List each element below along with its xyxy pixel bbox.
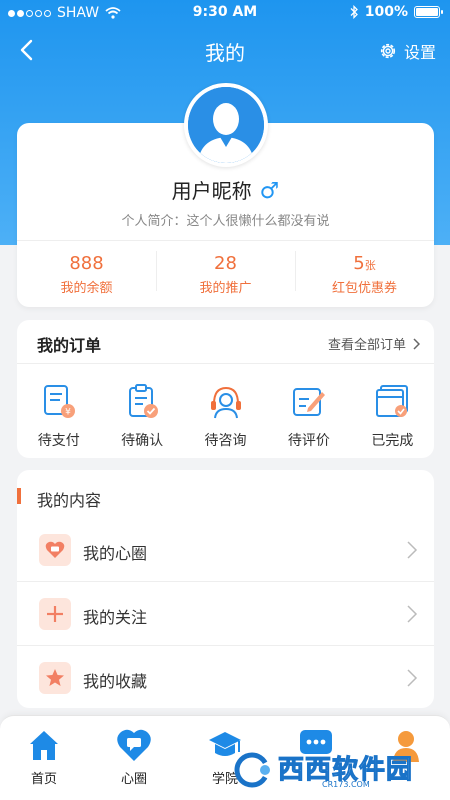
settings-button[interactable]: 设置 (378, 39, 436, 63)
heart-chat-icon (39, 534, 71, 566)
order-label: 待评价 (287, 433, 330, 449)
content-row-following[interactable]: 我的关注 (17, 582, 434, 646)
star-icon (39, 662, 71, 694)
status-bar: SHAW 9:30 AM 100% (0, 0, 450, 26)
tab-label: 首页 (30, 772, 57, 787)
battery-percent: 100% (364, 4, 408, 20)
orders-card: 我的订单 查看全部订单 ¥ 待支付 待确认 待咨询 待评价 已完成 (17, 320, 434, 458)
chevron-right-icon (407, 605, 418, 623)
stat-label: 我的余额 (60, 281, 113, 296)
clipboard-check-icon (129, 384, 159, 418)
content-row-label: 我的关注 (83, 608, 148, 627)
section-accent-bar (17, 488, 21, 504)
profile-intro: 个人简介：这个人很懒什么都没有说 (121, 214, 330, 229)
stat-promotion[interactable]: 28 我的推广 (156, 241, 295, 305)
bill-icon: ¥ (43, 385, 75, 418)
stat-label: 红包优惠券 (331, 281, 397, 296)
view-all-orders-link[interactable]: 查看全部订单 (328, 334, 420, 353)
navigation-bar: 我的 设置 (0, 30, 450, 70)
nickname-row[interactable]: 用户昵称 ♂ (17, 175, 434, 204)
tab-home[interactable]: 首页 (4, 728, 84, 787)
stat-value: 5 (353, 253, 365, 274)
my-content-card: 我的内容 我的心圈 我的关注 我的收藏 (17, 470, 434, 708)
content-title: 我的内容 (37, 491, 102, 510)
stat-value: 888 (69, 253, 104, 274)
order-pending-consultation[interactable]: 待咨询 (184, 382, 267, 450)
order-pending-review[interactable]: 待评价 (267, 382, 350, 450)
chevron-right-icon (413, 337, 420, 350)
order-label: 已完成 (371, 433, 414, 449)
plus-icon (39, 598, 71, 630)
default-user-avatar-icon (188, 87, 264, 163)
order-pending-payment[interactable]: ¥ 待支付 (17, 382, 100, 450)
watermark: 西西软件园 CR173.COM (232, 748, 442, 792)
order-pending-confirmation[interactable]: 待确认 (100, 382, 183, 450)
settings-label: 设置 (403, 43, 436, 62)
edit-icon (292, 388, 325, 416)
order-completed[interactable]: 已完成 (351, 382, 434, 450)
orders-title: 我的订单 (37, 336, 102, 355)
completed-icon (376, 385, 409, 417)
watermark-subtext: CR173.COM (322, 780, 370, 789)
order-label: 待支付 (37, 433, 80, 449)
home-icon (30, 731, 58, 760)
content-row-heart-circle[interactable]: 我的心圈 (17, 518, 434, 582)
stat-label: 我的推广 (199, 281, 252, 296)
chevron-right-icon (407, 669, 418, 687)
content-row-favorites[interactable]: 我的收藏 (17, 646, 434, 708)
stat-coupons[interactable]: 5张 红包优惠券 (295, 241, 434, 305)
order-label: 待咨询 (204, 433, 247, 449)
battery-icon (414, 6, 443, 18)
tab-label: 心圈 (120, 772, 147, 787)
view-all-label: 查看全部订单 (327, 338, 406, 353)
content-header: 我的内容 (17, 470, 434, 518)
tab-heart-circle[interactable]: 心圈 (94, 728, 174, 787)
stat-balance[interactable]: 888 我的余额 (17, 241, 156, 305)
headset-icon (210, 386, 241, 419)
bluetooth-icon (350, 5, 358, 19)
content-row-label: 我的收藏 (83, 672, 148, 691)
battery-level (416, 8, 438, 16)
gear-icon (380, 43, 396, 59)
avatar[interactable] (184, 83, 268, 167)
stat-unit: 张 (364, 259, 376, 272)
heart-chat-icon (117, 729, 151, 761)
orders-header: 我的订单 查看全部订单 (17, 320, 434, 364)
nickname: 用户昵称 (171, 179, 252, 203)
stat-value: 28 (214, 253, 237, 274)
content-row-label: 我的心圈 (83, 544, 148, 563)
male-gender-icon: ♂ (259, 179, 280, 204)
svg-text:¥: ¥ (65, 408, 71, 418)
stats-row: 888 我的余额 28 我的推广 5张 红包优惠券 (17, 241, 434, 305)
watermark-logo-icon (232, 750, 278, 790)
order-label: 待确认 (121, 433, 164, 449)
chevron-right-icon (407, 541, 418, 559)
